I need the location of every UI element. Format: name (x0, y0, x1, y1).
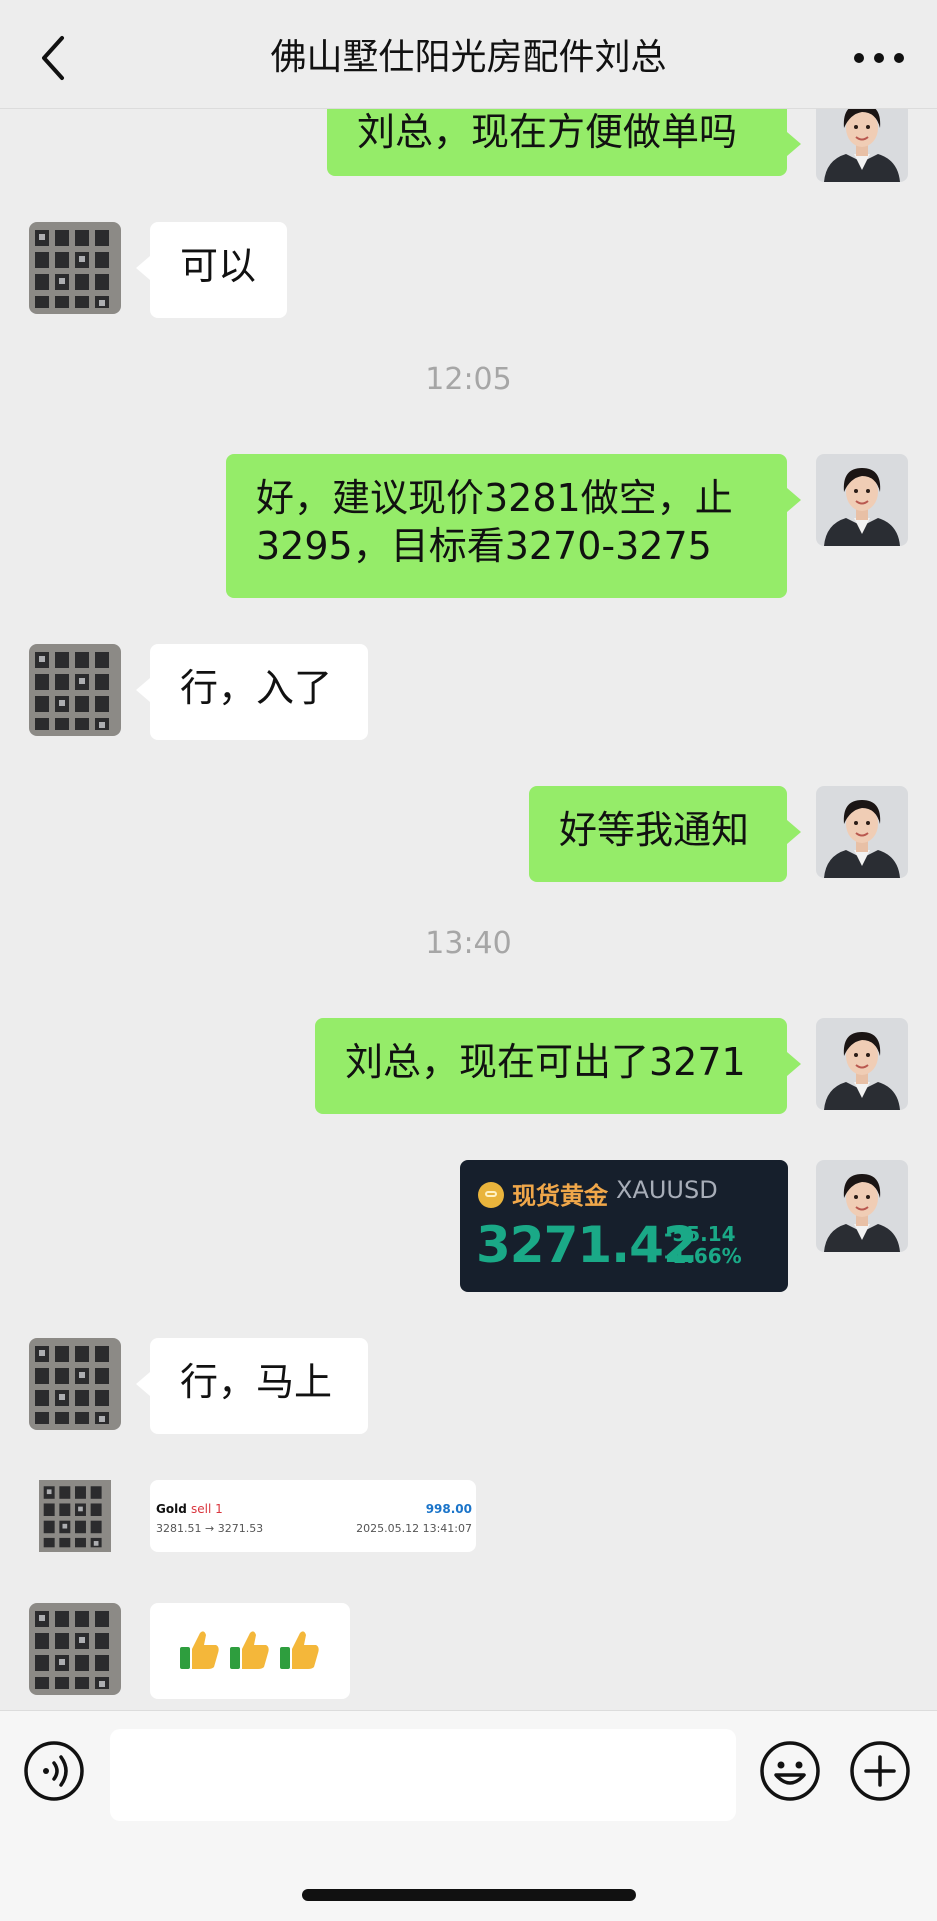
gold-coin-icon (478, 1182, 504, 1208)
home-indicator (302, 1889, 636, 1901)
contact-avatar[interactable] (29, 644, 121, 736)
message-incoming[interactable]: 可以 (136, 222, 287, 318)
my-avatar[interactable] (816, 454, 908, 546)
input-bar (0, 1710, 937, 1921)
my-avatar[interactable] (816, 1018, 908, 1110)
message-incoming-emoji[interactable] (150, 1603, 350, 1699)
timestamp: 12:05 (425, 362, 512, 397)
message-outgoing[interactable]: 刘总，现在可出了3271 (315, 1018, 801, 1114)
message-outgoing[interactable]: 好，建议现价3281做空，止3295，目标看3270-3275 (226, 454, 801, 598)
trade-instrument: Gold sell 1 (156, 1502, 223, 1516)
trade-datetime: 2025.05.12 13:41:07 (356, 1522, 472, 1535)
thumbs-up-icon (180, 1631, 219, 1669)
my-avatar[interactable] (816, 1160, 908, 1252)
contact-avatar[interactable] (29, 222, 121, 314)
thumbs-up-icon (230, 1631, 269, 1669)
plus-icon[interactable] (848, 1739, 912, 1803)
gold-change: -55.14 (664, 1222, 736, 1246)
trade-profit: 998.00 (425, 1502, 472, 1516)
thumbs-row (178, 1627, 322, 1671)
my-avatar[interactable] (816, 108, 908, 182)
timestamp: 13:40 (425, 926, 512, 961)
smile-icon[interactable] (758, 1739, 822, 1803)
gold-symbol: XAUUSD (616, 1176, 718, 1204)
contact-avatar[interactable] (29, 1480, 121, 1552)
contact-avatar[interactable] (29, 1603, 121, 1695)
gold-name: 现货黄金 (512, 1182, 608, 1210)
trade-record-image[interactable]: Gold sell 1 998.00 3281.51 → 3271.53 202… (150, 1480, 476, 1552)
trade-side: sell 1 (190, 1502, 223, 1516)
message-incoming[interactable]: 行，马上 (136, 1338, 368, 1434)
chat-area[interactable]: 刘总，现在方便做单吗 可以 12:05 好，建议现价3281做空，止3295，目… (0, 108, 937, 1708)
message-outgoing[interactable]: 好等我通知 (529, 786, 801, 882)
chat-title: 佛山墅仕阳光房配件刘总 (270, 37, 667, 78)
chat-header: 佛山墅仕阳光房配件刘总 (0, 0, 937, 109)
message-incoming[interactable]: 行，入了 (136, 644, 368, 740)
trade-prices: 3281.51 → 3271.53 (156, 1522, 264, 1535)
chevron-left-icon[interactable] (30, 30, 78, 86)
gold-quote-image[interactable]: 现货黄金 XAUUSD 3271.42 -55.14 -1.66% (460, 1160, 788, 1292)
message-outgoing[interactable]: 刘总，现在方便做单吗 (327, 108, 801, 176)
more-dots-icon[interactable] (847, 36, 911, 80)
thumbs-up-icon (280, 1631, 319, 1669)
my-avatar[interactable] (816, 786, 908, 878)
gold-change-percent: -1.66% (664, 1244, 742, 1268)
voice-icon[interactable] (22, 1739, 86, 1803)
contact-avatar[interactable] (29, 1338, 121, 1430)
message-input[interactable] (110, 1729, 736, 1821)
